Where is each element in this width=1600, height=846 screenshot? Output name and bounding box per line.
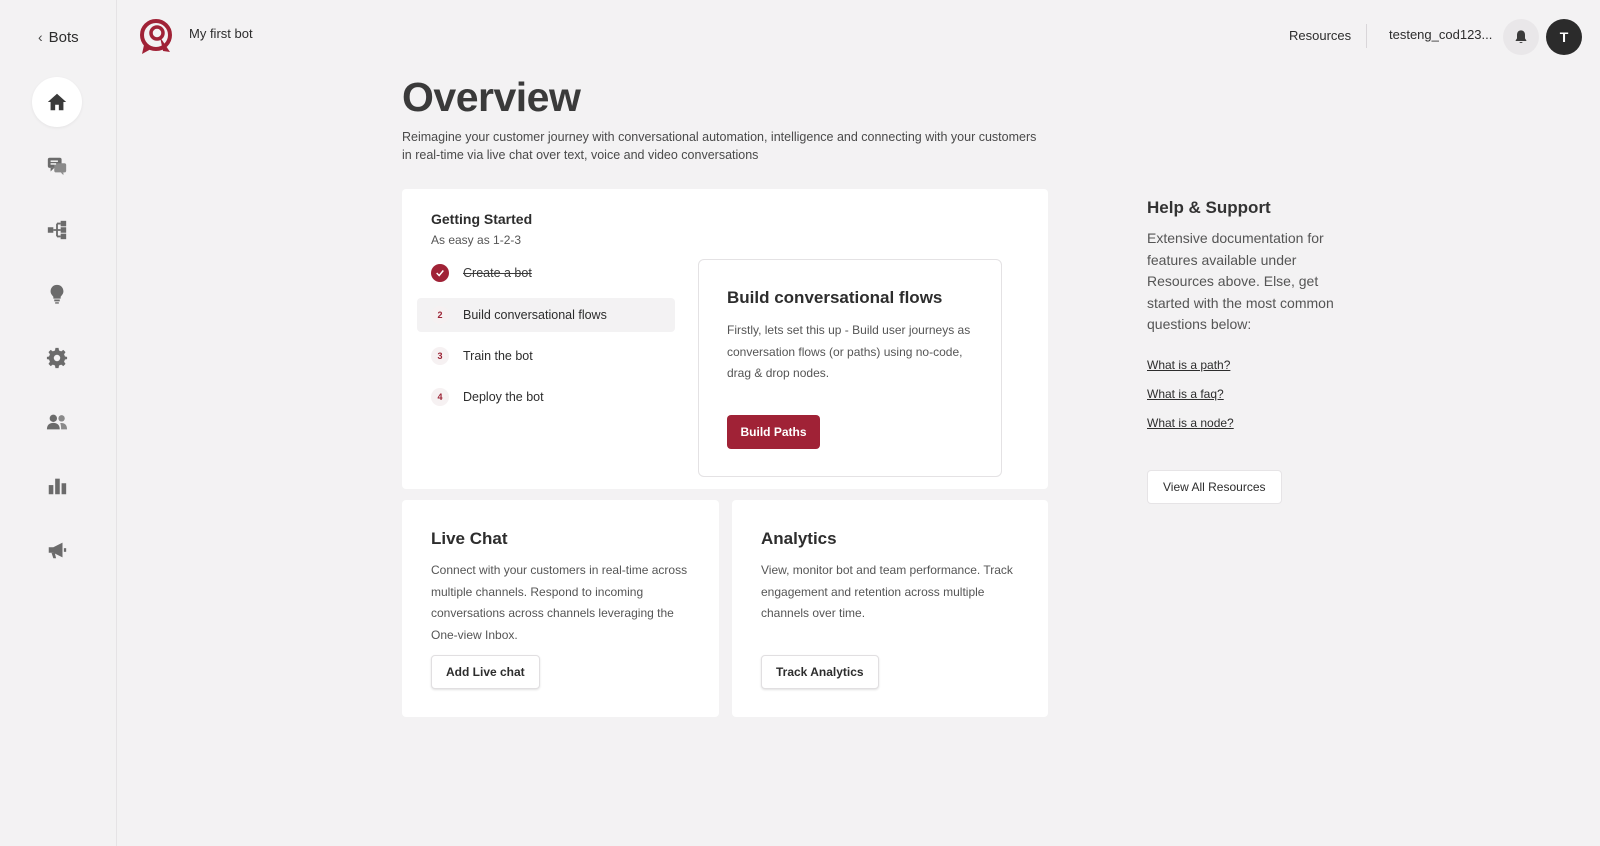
step-label: Deploy the bot (463, 390, 544, 404)
flow-tree-icon (47, 220, 67, 240)
bar-chart-icon (48, 478, 67, 495)
help-link-faq[interactable]: What is a faq? (1147, 387, 1224, 401)
step-create-bot[interactable]: Create a bot (417, 256, 675, 290)
getting-started-subtitle: As easy as 1-2-3 (431, 233, 522, 247)
chat-bubbles-icon (47, 157, 67, 176)
step-label: Create a bot (463, 266, 532, 280)
step-detail-description: Firstly, lets set this up - Build user j… (727, 323, 971, 380)
build-paths-button[interactable]: Build Paths (727, 415, 820, 449)
analytics-description: View, monitor bot and team performance. … (761, 563, 1013, 620)
live-chat-card: Live Chat Connect with your customers in… (402, 500, 719, 717)
step-number: 2 (431, 306, 449, 324)
resources-link[interactable]: Resources (1289, 28, 1351, 43)
step-detail-title: Build conversational flows (727, 288, 943, 307)
view-all-resources-button[interactable]: View All Resources (1147, 470, 1282, 504)
nav-training[interactable] (32, 269, 82, 319)
step-number: 3 (431, 347, 449, 365)
help-description: Extensive documentation for features ava… (1147, 230, 1334, 332)
page-title: Overview (402, 74, 581, 120)
brand-logo (140, 19, 172, 54)
back-label: Bots (48, 28, 79, 46)
side-nav: ‹ Bots (0, 0, 117, 846)
help-link-node[interactable]: What is a node? (1147, 416, 1234, 430)
lightbulb-icon (50, 284, 64, 304)
nav-team[interactable] (32, 397, 82, 447)
help-link-path[interactable]: What is a path? (1147, 358, 1230, 372)
step-label: Build conversational flows (463, 308, 607, 322)
notifications-button[interactable] (1503, 19, 1539, 55)
gear-icon (46, 347, 68, 369)
page-description: Reimagine your customer journey with con… (402, 130, 1037, 162)
back-to-bots-link[interactable]: ‹ Bots (38, 26, 79, 48)
track-analytics-button[interactable]: Track Analytics (761, 655, 879, 689)
bell-icon (1515, 30, 1527, 43)
getting-started-card: Getting Started As easy as 1-2-3 Create … (402, 189, 1048, 489)
users-icon (46, 414, 68, 430)
bot-name: My first bot (189, 26, 253, 41)
getting-started-title: Getting Started (431, 211, 533, 227)
step-label: Train the bot (463, 349, 533, 363)
header-divider (1366, 24, 1367, 48)
analytics-card: Analytics View, monitor bot and team per… (732, 500, 1048, 717)
analytics-title: Analytics (761, 529, 837, 548)
nav-settings[interactable] (32, 333, 82, 383)
step-deploy-bot[interactable]: 4 Deploy the bot (417, 380, 675, 414)
nav-analytics[interactable] (32, 461, 82, 511)
step-build-flows[interactable]: 2 Build conversational flows (417, 298, 675, 332)
chevron-left-icon: ‹ (38, 29, 43, 45)
check-icon (431, 264, 449, 282)
nav-broadcast[interactable] (32, 525, 82, 575)
home-icon (47, 93, 67, 111)
step-number: 4 (431, 388, 449, 406)
live-chat-title: Live Chat (431, 529, 508, 548)
live-chat-description: Connect with your customers in real-time… (431, 563, 688, 642)
nav-live-chat[interactable] (32, 141, 82, 191)
user-account-menu[interactable]: testeng_cod123... (1389, 27, 1492, 42)
add-live-chat-button[interactable]: Add Live chat (431, 655, 540, 689)
avatar[interactable]: T (1546, 19, 1582, 55)
help-title: Help & Support (1147, 198, 1271, 217)
step-detail-panel: Build conversational flows Firstly, lets… (698, 259, 1002, 477)
nav-home[interactable] (32, 77, 82, 127)
megaphone-icon (48, 542, 67, 559)
step-train-bot[interactable]: 3 Train the bot (417, 339, 675, 373)
nav-paths[interactable] (32, 205, 82, 255)
